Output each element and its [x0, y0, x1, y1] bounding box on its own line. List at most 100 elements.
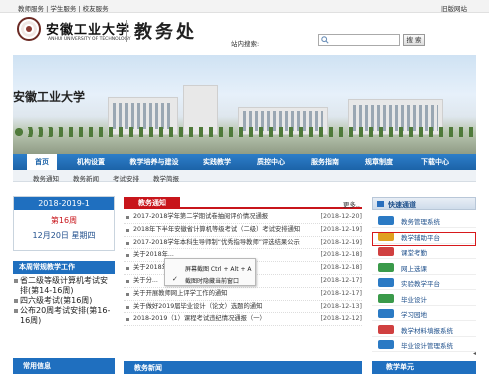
bullet-icon	[126, 279, 129, 283]
bullet-icon	[126, 267, 129, 271]
menu-item-screenshot[interactable]: 屏幕截图 Ctrl + Alt + A	[185, 264, 252, 273]
dept-name: 教务处	[134, 22, 197, 43]
nav-quality[interactable]: 质控中心	[249, 154, 293, 170]
notice-row[interactable]: 关于做好2019届毕业设计（论文）选题的通知 [2018-12-13]	[124, 301, 362, 314]
quick-link-5[interactable]: 毕业设计	[372, 291, 476, 306]
quick-link-6[interactable]: 学习园地	[372, 306, 476, 321]
quick-link-label: 教务管理系统	[401, 218, 440, 226]
notice-link[interactable]: 关于开展教师网上评学工作的通知	[133, 288, 227, 301]
header-divider	[126, 20, 127, 42]
quick-link-label: 教学材料填报系统	[401, 326, 453, 335]
notice-row[interactable]: 2018-2019（1）课程考试违纪情况通报（一） [2018-12-12]	[124, 313, 362, 327]
notice-date: [2018-12-18]	[320, 251, 362, 259]
banner-logo: 安徽工业大学	[13, 90, 86, 104]
notice-date: [2018-12-12]	[320, 315, 362, 323]
quick-link-8[interactable]: 毕业设计管理系统	[372, 337, 476, 352]
quick-title: 快速通道	[388, 201, 416, 209]
notice-link[interactable]: 关于做好2019届毕业设计（论文）选题的通知	[133, 301, 262, 314]
building-windows	[113, 103, 173, 129]
list-item[interactable]: 公布20周考试安排(第16-16周)	[13, 306, 115, 326]
subnav-exams[interactable]: 考试安排	[113, 173, 139, 183]
main-nav: 首页 机构设置 教学培养与建设 实践教学 质控中心 服务指南 规章制度 下载中心	[13, 154, 476, 170]
search-icon	[321, 36, 329, 44]
bullet-icon	[126, 228, 129, 232]
quick-link-3[interactable]: 网上选课	[372, 260, 476, 275]
calendar-date: 12月20日 星期四	[32, 231, 96, 240]
quick-link-label: 网上选课	[401, 264, 427, 273]
nav-rules[interactable]: 规章制度	[357, 154, 401, 170]
quick-link-icon	[378, 247, 394, 256]
school-name: 安徽工业大学	[46, 23, 131, 38]
notice-title: 教务通知	[124, 197, 180, 209]
quick-icon	[377, 201, 384, 207]
subnav-notice[interactable]: 教务通知	[33, 173, 59, 183]
quick-link-label: 课堂考勤	[401, 249, 427, 257]
nav-home[interactable]: 首页	[27, 154, 57, 170]
notice-date: [2018-12-17]	[320, 276, 362, 284]
quick-link-label: 学习园地	[401, 311, 427, 319]
quick-link-icon	[378, 293, 394, 303]
tree-row	[13, 127, 476, 137]
top-bar: 教师服务 | 学生服务 | 校友服务 旧版网站	[0, 0, 489, 13]
notice-link[interactable]: 2018年下半年安徽省计算机等级考试（二级）考试安排通知	[133, 224, 300, 237]
top-links[interactable]: 教师服务 | 学生服务 | 校友服务	[18, 3, 109, 13]
quick-link-icon	[378, 340, 394, 349]
search-input[interactable]	[318, 34, 400, 46]
notice-row[interactable]: 2017-2018学年本科生导师制“优秀指导教师”评选结果公示 [2018-12-…	[124, 237, 362, 250]
notice-date: [2018-12-18]	[320, 264, 362, 272]
bullet-icon	[126, 305, 129, 309]
notice-more-link[interactable]: 更多..	[343, 199, 360, 209]
notice-row[interactable]: 2017-2018学年第二学期试卷抽阅评价情况通报 [2018-12-20]	[124, 211, 362, 224]
menu-item-hide-window[interactable]: 截图时隐藏当前窗口	[185, 276, 239, 285]
teaching-unit-header: 教学单元	[372, 361, 476, 374]
quick-link-icon	[378, 262, 394, 272]
news-title: 教务新闻	[134, 364, 162, 372]
scroll-arrow-icon[interactable]: ◂	[473, 350, 476, 357]
notice-date: [2018-12-17]	[320, 289, 362, 297]
quick-link-icon	[378, 216, 394, 225]
calendar-term: 2018-2019-1	[14, 197, 114, 210]
quick-link-4[interactable]: 实验教学平台	[372, 275, 476, 290]
notice-link[interactable]: 2017-2018学年第二学期试卷抽阅评价情况通报	[133, 211, 268, 224]
search-button[interactable]: 搜 索	[403, 34, 425, 46]
notice-link[interactable]: 关于分...	[133, 275, 158, 288]
notice-header: 教务通知 更多..	[124, 197, 362, 209]
nav-practice[interactable]: 实践教学	[195, 154, 239, 170]
calendar-box: 2018-2019-1 第16周 12月20日 星期四	[13, 196, 115, 251]
check-icon: ✓	[172, 275, 178, 283]
notice-row[interactable]: 关于开展教师网上评学工作的通知 [2018-12-17]	[124, 288, 362, 301]
quick-link-label: 毕业设计管理系统	[401, 342, 453, 350]
context-menu: 屏幕截图 Ctrl + Alt + A ✓ 截图时隐藏当前窗口	[164, 258, 256, 286]
subnav-brief[interactable]: 教学简报	[153, 173, 179, 183]
quick-link-icon	[378, 324, 394, 334]
highlight-box	[372, 232, 476, 246]
bullet-icon	[126, 216, 129, 219]
quick-link-0[interactable]: 教务管理系统	[372, 213, 476, 228]
quick-access-header: 快速通道	[372, 197, 476, 210]
list-item[interactable]: 四六级考试(第16周)	[13, 296, 115, 306]
notice-date: [2018-12-20]	[320, 213, 362, 220]
nav-organization[interactable]: 机构设置	[69, 154, 113, 170]
quick-link-7[interactable]: 教学材料填报系统	[372, 322, 476, 337]
nav-download[interactable]: 下载中心	[413, 154, 457, 170]
notice-row[interactable]: 2018年下半年安徽省计算机等级考试（二级）考试安排通知 [2018-12-19]	[124, 224, 362, 237]
nav-service[interactable]: 服务指南	[303, 154, 347, 170]
bullet-icon	[126, 318, 129, 322]
notice-link[interactable]: 2018-2019（1）课程考试违纪情况通报（一）	[133, 313, 266, 326]
quick-link-2[interactable]: 课堂考勤	[372, 244, 476, 259]
calendar-week: 第16周	[50, 216, 78, 225]
list-item[interactable]: 省二级等级计算机考试安排(第14-16周)	[13, 276, 115, 296]
notice-link[interactable]: 2017-2018学年本科生导师制“优秀指导教师”评选结果公示	[133, 237, 300, 250]
quick-link-label: 毕业设计	[401, 295, 427, 304]
notice-date: [2018-12-19]	[320, 225, 362, 233]
notice-date: [2018-12-19]	[320, 238, 362, 246]
school-name-en: ANHUI UNIVERSITY OF TECHNOLOGY	[48, 37, 131, 42]
nav-teaching[interactable]: 教学培养与建设	[121, 154, 187, 170]
subnav-news[interactable]: 教务新闻	[73, 173, 99, 183]
sub-nav: 教务通知 教务新闻 考试安排 教学简报	[13, 170, 476, 183]
bullet-icon	[126, 292, 129, 296]
old-site-link[interactable]: 旧版网站	[441, 3, 467, 13]
quick-link-icon	[378, 309, 394, 318]
bullet-icon	[126, 241, 129, 245]
search-label: 站内搜索:	[231, 40, 260, 48]
